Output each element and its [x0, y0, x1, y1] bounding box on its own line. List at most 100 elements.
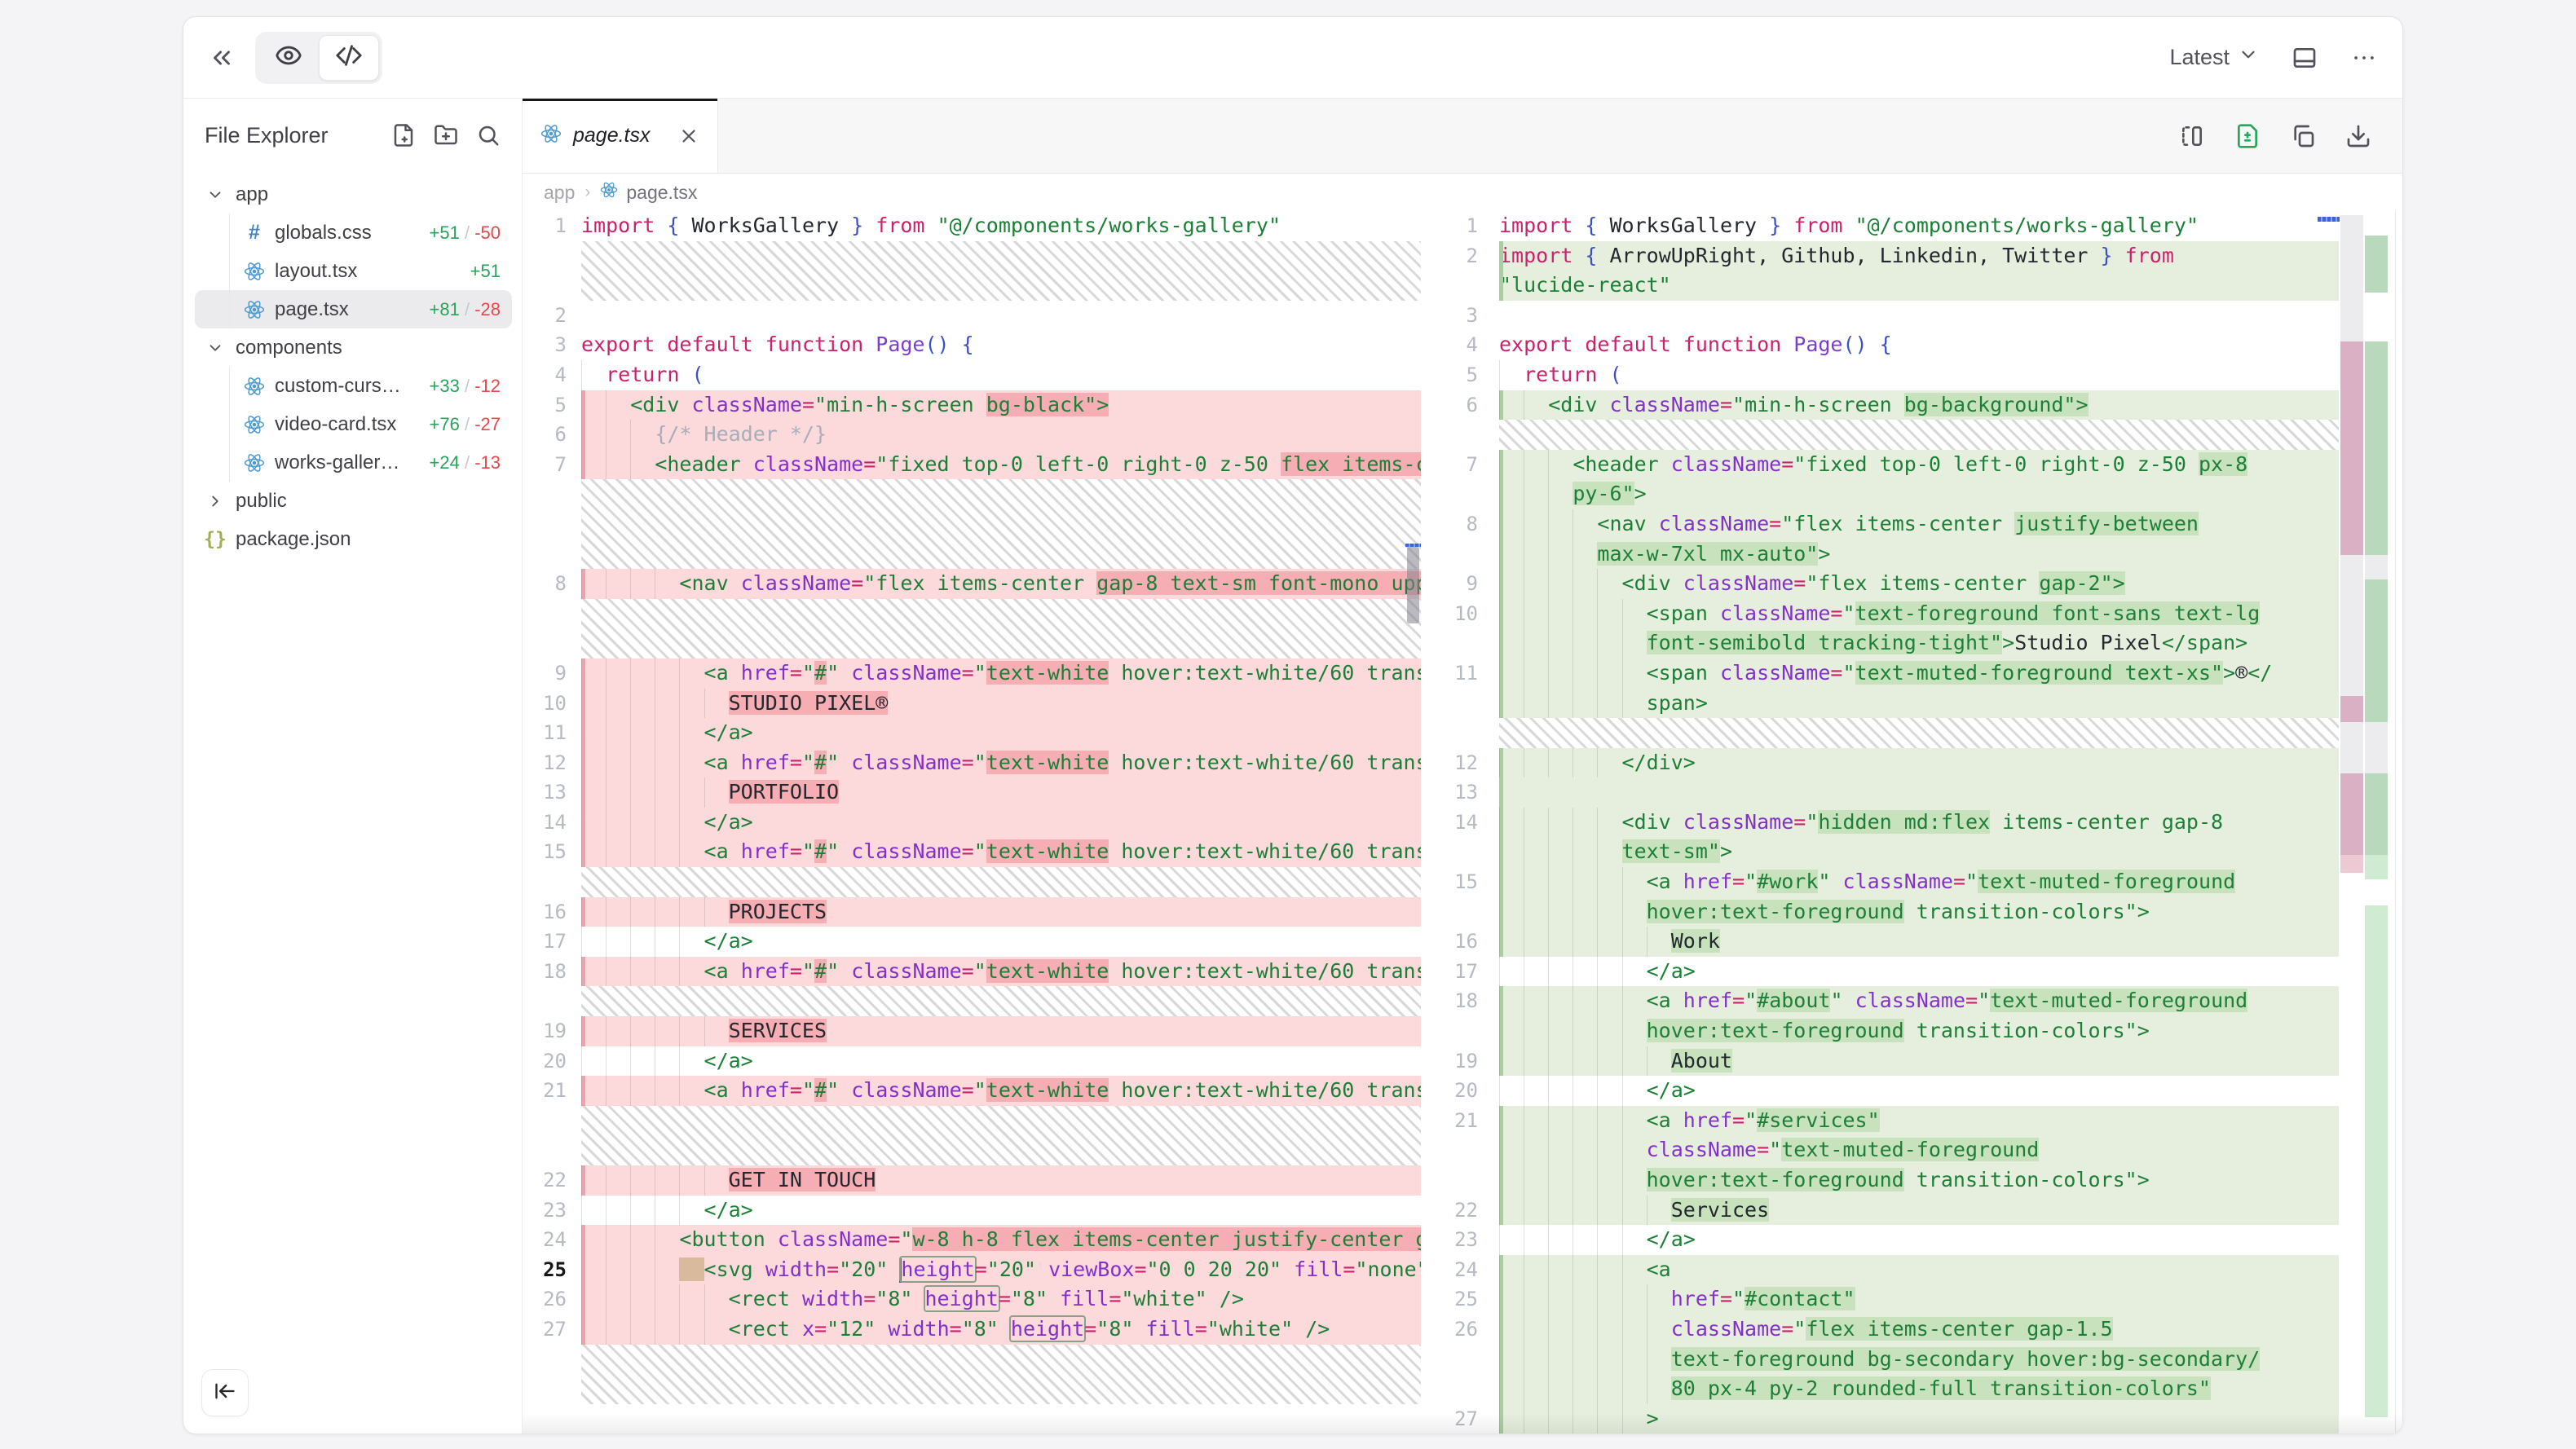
code-line[interactable]: "lucide-react"	[1421, 271, 2339, 301]
code-line[interactable]: 3export default function Page() {	[523, 330, 1421, 360]
code-line[interactable]: 6 <div className="min-h-screen bg-backgr…	[1421, 390, 2339, 421]
code-line[interactable]: 12 <a href="#" className="text-white hov…	[523, 748, 1421, 778]
code-line[interactable]: 19 About	[1421, 1046, 2339, 1077]
code-line[interactable]: 16 PROJECTS	[523, 897, 1421, 927]
panel-bottom-button[interactable]	[2291, 45, 2318, 71]
tree-item-package.json[interactable]: {}package.json	[195, 520, 512, 558]
code-line[interactable]: 7 <header className="fixed top-0 left-0 …	[523, 450, 1421, 480]
code-line[interactable]: 4 return (	[523, 360, 1421, 390]
code-line[interactable]: 14 <div className="hidden md:flex items-…	[1421, 808, 2339, 838]
code-line[interactable]: 27 <rect x="12" width="8" height="8" fil…	[523, 1315, 1421, 1345]
copy-button[interactable]	[2290, 123, 2316, 149]
code-line[interactable]: 12 </div>	[1421, 748, 2339, 778]
diff-view-button[interactable]	[2234, 123, 2261, 149]
collapsed-region[interactable]	[523, 986, 1421, 1016]
code-line[interactable]: 9 <a href="#" className="text-white hove…	[523, 658, 1421, 689]
search-button[interactable]	[476, 123, 501, 148]
collapsed-region[interactable]	[1421, 718, 2339, 748]
code-toggle-button[interactable]	[319, 35, 379, 81]
tree-item-layout.tsx[interactable]: layout.tsx+51	[195, 252, 512, 290]
breadcrumb-file[interactable]: page.tsx	[626, 182, 697, 204]
code-line[interactable]: 20 </a>	[523, 1046, 1421, 1077]
code-line[interactable]: 22 Services	[1421, 1196, 2339, 1226]
code-line[interactable]: 13 PORTFOLIO	[523, 777, 1421, 808]
code-line[interactable]: 22 GET IN TOUCH	[523, 1165, 1421, 1196]
code-line[interactable]: 23 </a>	[1421, 1225, 2339, 1255]
new-file-button[interactable]	[391, 123, 416, 148]
code-line[interactable]: 5 <div className="min-h-screen bg-black"…	[523, 390, 1421, 421]
code-line[interactable]: 16 Work	[1421, 927, 2339, 957]
code-line[interactable]: 25 <svg width="20" height="20" viewBox="…	[523, 1255, 1421, 1285]
code-line[interactable]: 4export default function Page() {	[1421, 330, 2339, 360]
code-line[interactable]: 6 {/* Header */}	[523, 420, 1421, 450]
code-line[interactable]: 11 <span className="text-muted-foregroun…	[1421, 658, 2339, 689]
code-line[interactable]: font-semibold tracking-tight">Studio Pix…	[1421, 628, 2339, 658]
code-line[interactable]: 2import { ArrowUpRight, Github, Linkedin…	[1421, 241, 2339, 271]
code-line[interactable]: 17 </a>	[1421, 957, 2339, 987]
tab-close-icon[interactable]	[678, 126, 699, 147]
preview-toggle-button[interactable]	[258, 35, 319, 81]
code-line[interactable]: 21 <a href="#" className="text-white hov…	[523, 1076, 1421, 1106]
tab-page-tsx[interactable]: page.tsx	[523, 99, 718, 173]
code-line[interactable]: 23 </a>	[523, 1196, 1421, 1226]
code-line[interactable]: text-foreground bg-secondary hover:bg-se…	[1421, 1345, 2339, 1375]
code-line[interactable]: hover:text-foreground transition-colors"…	[1421, 1165, 2339, 1196]
code-line[interactable]: 18 <a href="#about" className="text-mute…	[1421, 986, 2339, 1016]
code-line[interactable]: 10 <span className="text-foreground font…	[1421, 599, 2339, 629]
more-options-button[interactable]	[2350, 44, 2378, 72]
version-select[interactable]: Latest	[2169, 44, 2259, 71]
tree-item-app[interactable]: app	[195, 175, 512, 214]
tree-item-public[interactable]: public	[195, 482, 512, 520]
collapsed-region[interactable]	[523, 1106, 1421, 1165]
code-line[interactable]: 5 return (	[1421, 360, 2339, 390]
code-line[interactable]: 17 </a>	[523, 927, 1421, 957]
code-line[interactable]: 8 <nav className="flex items-center just…	[1421, 509, 2339, 540]
code-line[interactable]: className="text-muted-foreground	[1421, 1135, 2339, 1165]
tree-item-works-galler-[interactable]: works-galler…+24 / -13	[195, 443, 512, 482]
collapsed-region[interactable]	[523, 479, 1421, 569]
code-line[interactable]: 26 className="flex items-center gap-1.5	[1421, 1315, 2339, 1345]
code-line[interactable]: 3	[1421, 301, 2339, 331]
code-line[interactable]: 19 SERVICES	[523, 1016, 1421, 1046]
download-button[interactable]	[2345, 123, 2371, 149]
tree-item-video-card.tsx[interactable]: video-card.tsx+76 / -27	[195, 405, 512, 443]
code-line[interactable]: 8 <nav className="flex items-center gap-…	[523, 569, 1421, 599]
tree-item-page.tsx[interactable]: page.tsx+81 / -28	[195, 290, 512, 328]
tree-item-globals.css[interactable]: #globals.css+51 / -50	[195, 214, 512, 252]
code-line[interactable]: 13	[1421, 777, 2339, 808]
code-line[interactable]: max-w-7xl mx-auto">	[1421, 540, 2339, 570]
horizontal-scrollbar[interactable]	[523, 1413, 2402, 1434]
code-line[interactable]: 15 <a href="#" className="text-white hov…	[523, 837, 1421, 867]
collapsed-region[interactable]	[523, 867, 1421, 897]
breadcrumb-root[interactable]: app	[544, 182, 575, 204]
collapse-sidebar-button[interactable]	[201, 1369, 249, 1416]
code-line[interactable]: 21 <a href="#services"	[1421, 1106, 2339, 1136]
code-line[interactable]: py-6">	[1421, 479, 2339, 509]
new-folder-button[interactable]	[434, 123, 458, 148]
diff-overview-ruler[interactable]	[2339, 211, 2402, 1434]
code-line[interactable]: 80 px-4 py-2 rounded-full transition-col…	[1421, 1374, 2339, 1404]
code-line[interactable]: hover:text-foreground transition-colors"…	[1421, 1016, 2339, 1046]
collapsed-region[interactable]	[1421, 420, 2339, 450]
code-line[interactable]: 15 <a href="#work" className="text-muted…	[1421, 867, 2339, 897]
collapse-panel-button[interactable]	[208, 44, 236, 72]
code-line[interactable]: 11 </a>	[523, 718, 1421, 748]
code-line[interactable]: 25 href="#contact"	[1421, 1284, 2339, 1315]
code-line[interactable]: 24 <button className="w-8 h-8 flex items…	[523, 1225, 1421, 1255]
code-line[interactable]: 2	[523, 301, 1421, 331]
code-line[interactable]: hover:text-foreground transition-colors"…	[1421, 897, 2339, 927]
collapsed-region[interactable]	[523, 241, 1421, 301]
collapsed-region[interactable]	[523, 1345, 1421, 1404]
code-line[interactable]: 20 </a>	[1421, 1076, 2339, 1106]
code-line[interactable]: 26 <rect width="8" height="8" fill="whit…	[523, 1284, 1421, 1315]
code-line[interactable]: text-sm">	[1421, 837, 2339, 867]
left-scrollbar-thumb[interactable]	[1407, 547, 1419, 623]
code-line[interactable]: span>	[1421, 689, 2339, 719]
code-line[interactable]: 1import { WorksGallery } from "@/compone…	[1421, 211, 2339, 241]
collapsed-region[interactable]	[523, 599, 1421, 658]
tree-item-components[interactable]: components	[195, 328, 512, 367]
code-line[interactable]: 18 <a href="#" className="text-white hov…	[523, 957, 1421, 987]
tree-item-custom-curs-[interactable]: custom-curs…+33 / -12	[195, 367, 512, 405]
code-line[interactable]: 1import { WorksGallery } from "@/compone…	[523, 211, 1421, 241]
code-line[interactable]: 9 <div className="flex items-center gap-…	[1421, 569, 2339, 599]
